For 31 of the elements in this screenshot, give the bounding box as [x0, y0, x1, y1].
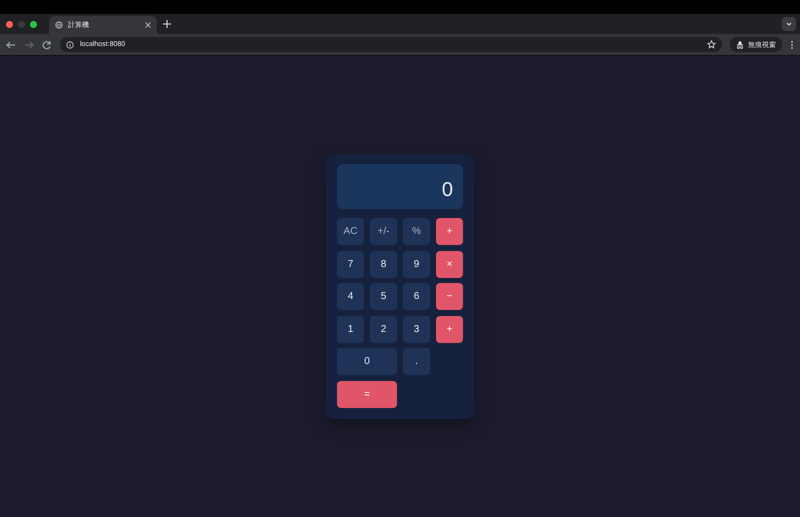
- incognito-icon: [736, 40, 744, 48]
- back-icon[interactable]: [6, 40, 16, 50]
- operator-key[interactable]: −: [436, 283, 463, 310]
- operator-key[interactable]: +: [436, 316, 463, 343]
- digit-key[interactable]: 7: [337, 250, 364, 278]
- digit-key[interactable]: 3: [403, 316, 430, 343]
- info-icon[interactable]: [66, 40, 74, 48]
- digit-key[interactable]: 8: [370, 250, 397, 278]
- digit-key[interactable]: 9: [403, 250, 430, 278]
- digit-key[interactable]: 2: [370, 316, 397, 343]
- operator-key[interactable]: =: [337, 380, 397, 408]
- digit-key[interactable]: 1: [337, 316, 364, 343]
- calculator-display: 0: [337, 164, 463, 209]
- maximize-window-icon[interactable]: [30, 20, 37, 28]
- globe-icon: [55, 21, 63, 29]
- close-icon[interactable]: [145, 22, 151, 28]
- close-window-icon[interactable]: [6, 20, 13, 28]
- star-icon[interactable]: [707, 40, 716, 49]
- menu-icon[interactable]: [790, 40, 794, 50]
- digit-key[interactable]: 6: [403, 283, 430, 310]
- reload-icon[interactable]: [42, 40, 52, 50]
- digit-key[interactable]: .: [403, 348, 430, 376]
- digit-key[interactable]: 4: [337, 283, 364, 310]
- new-tab-icon[interactable]: [163, 20, 171, 28]
- digit-key[interactable]: 0: [337, 348, 397, 376]
- function-key[interactable]: AC: [337, 218, 364, 245]
- operator-key[interactable]: +: [436, 218, 463, 245]
- operator-key[interactable]: ×: [436, 250, 463, 278]
- function-key[interactable]: %: [403, 218, 430, 245]
- digit-key[interactable]: 5: [370, 283, 397, 310]
- function-key[interactable]: +/-: [370, 218, 397, 245]
